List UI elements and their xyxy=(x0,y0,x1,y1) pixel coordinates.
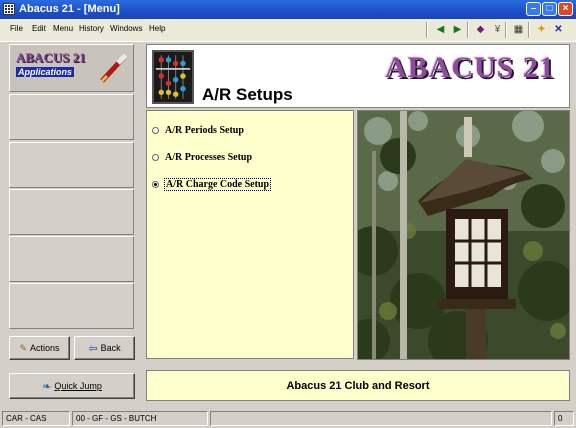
option-label: A/R Processes Setup xyxy=(165,152,253,163)
maximize-button[interactable]: □ xyxy=(542,2,557,16)
footer-text: Abacus 21 Club and Resort xyxy=(286,379,430,392)
minimize-button[interactable]: – xyxy=(526,2,541,16)
radio-button[interactable] xyxy=(152,127,159,134)
sidebar-slot xyxy=(9,189,134,235)
app-icon xyxy=(3,3,15,15)
menu-windows[interactable]: Windows xyxy=(110,24,142,33)
option-ar-charge-code-setup[interactable]: A/R Charge Code Setup xyxy=(152,178,272,191)
lantern-photo xyxy=(357,110,570,360)
status-count: 0 xyxy=(554,411,574,426)
options-panel: A/R Periods Setup A/R Processes Setup A/… xyxy=(146,110,354,359)
back-arrow-icon: ⇦ xyxy=(88,342,98,355)
footer-banner: Abacus 21 Club and Resort xyxy=(146,370,570,401)
radio-button[interactable] xyxy=(152,154,159,161)
brand-logo: ABACUS 21 xyxy=(385,51,555,84)
menu-file[interactable]: File xyxy=(10,24,23,33)
toolbar-separator xyxy=(467,22,469,38)
sidebar-slot xyxy=(9,236,134,282)
status-message xyxy=(210,411,552,426)
logo-subtitle: Applications xyxy=(16,67,75,77)
pen-icon xyxy=(100,53,128,83)
toolbar-separator xyxy=(426,22,428,38)
menu-menu[interactable]: Menu xyxy=(53,24,73,33)
frog-icon: ❧ xyxy=(42,380,52,393)
option-ar-periods-setup[interactable]: A/R Periods Setup xyxy=(152,125,244,136)
close-window-button[interactable]: × xyxy=(558,2,573,16)
arrow-right-icon[interactable]: ▶ xyxy=(450,22,465,37)
status-session: 00 - GF - GS - BUTCH xyxy=(72,411,208,426)
actions-label: Actions xyxy=(30,343,60,353)
back-button[interactable]: ⇦ Back xyxy=(74,336,135,360)
calculator-icon[interactable]: ▦ xyxy=(511,22,526,37)
radio-button-selected[interactable] xyxy=(152,181,159,188)
page-title: A/R Setups xyxy=(202,85,293,104)
option-ar-processes-setup[interactable]: A/R Processes Setup xyxy=(152,152,252,163)
logo-title: ABACUS 21 xyxy=(16,50,86,65)
back-label: Back xyxy=(100,343,121,353)
bug-icon[interactable]: ¥ xyxy=(490,22,505,37)
option-label: A/R Periods Setup xyxy=(165,125,244,136)
runner-icon[interactable]: ✦ xyxy=(534,22,549,37)
sidebar-slot xyxy=(9,94,134,140)
lantern-image xyxy=(358,111,569,359)
quick-jump-button[interactable]: ❧ Quick Jump xyxy=(9,373,135,399)
sidebar-slot xyxy=(9,142,134,188)
sidebar: ABACUS 21 Applications ✎ Actions ⇦ Back xyxy=(9,44,136,364)
title-bar: Abacus 21 - [Menu] – □ × xyxy=(0,0,576,19)
menu-edit[interactable]: Edit xyxy=(32,24,46,33)
book-icon[interactable]: ◆ xyxy=(473,22,488,37)
toolbar-separator xyxy=(528,22,530,38)
sidebar-slot xyxy=(9,283,134,329)
close-icon[interactable]: ✕ xyxy=(551,22,566,37)
abacus-icon xyxy=(152,50,194,104)
status-company: CAR - CAS xyxy=(2,411,70,426)
actions-button[interactable]: ✎ Actions xyxy=(9,336,70,360)
toolbar-separator xyxy=(505,22,507,38)
page-header: A/R Setups ABACUS 21 xyxy=(146,44,570,108)
menu-history[interactable]: History xyxy=(79,24,104,33)
arrow-left-icon[interactable]: ◀ xyxy=(433,22,448,37)
menu-bar: File Edit Menu History Windows Help ◀ ▶ … xyxy=(0,19,576,42)
wand-icon: ✎ xyxy=(19,342,28,353)
option-label: A/R Charge Code Setup xyxy=(163,178,272,191)
quick-jump-label: Quick Jump xyxy=(54,381,102,391)
status-bar: CAR - CAS 00 - GF - GS - BUTCH 0 xyxy=(0,409,576,428)
window-title: Abacus 21 - [Menu] xyxy=(19,3,120,15)
applications-logo[interactable]: ABACUS 21 Applications xyxy=(9,44,134,92)
menu-help[interactable]: Help xyxy=(149,24,165,33)
